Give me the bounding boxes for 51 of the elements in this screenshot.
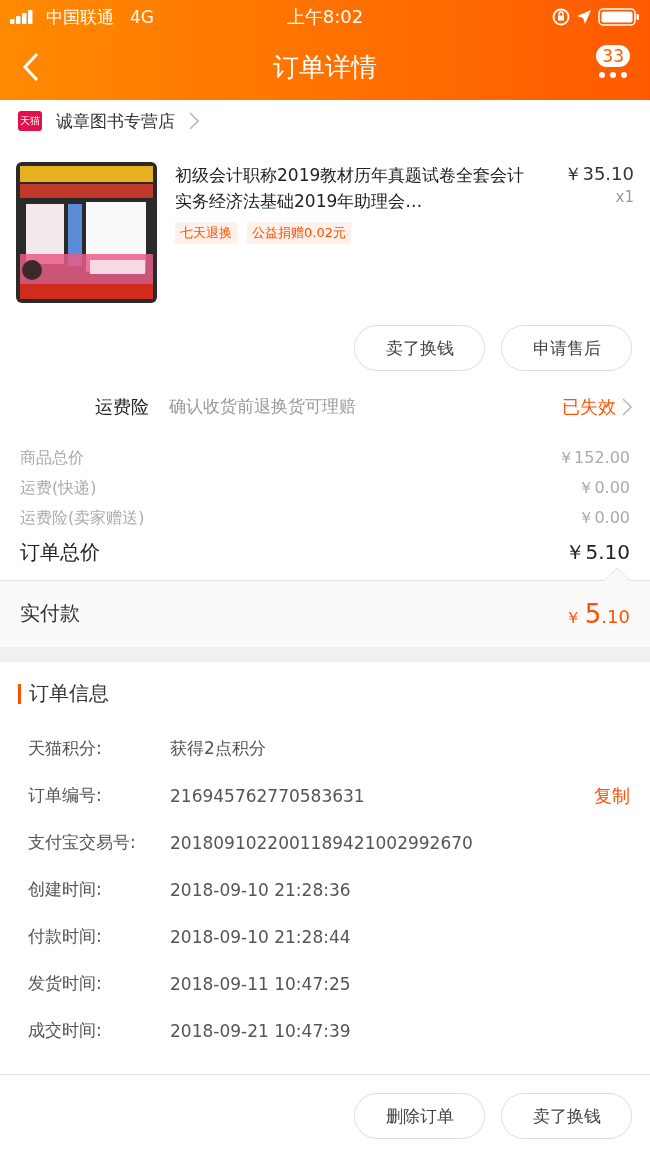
section-title: 订单信息 — [29, 680, 109, 707]
store-name[interactable]: 诚章图书专营店 — [56, 109, 175, 133]
product-quantity: x1 — [615, 188, 634, 207]
cost-value: ￥0.00 — [578, 508, 630, 530]
chevron-right-icon — [622, 397, 632, 416]
payment-label: 实付款 — [20, 600, 80, 628]
action-button[interactable]: 删除订单 — [354, 1093, 485, 1139]
info-value: 216945762770583631 — [170, 785, 366, 806]
info-value: 2018091022001189421002992670 — [170, 832, 474, 853]
clock-time: 上午8:02 — [286, 5, 364, 29]
info-value: 2018-09-10 21:28:44 — [170, 926, 352, 947]
info-value: 2018-09-21 10:47:39 — [170, 1020, 352, 1041]
action-button[interactable]: 卖了换钱 — [354, 325, 485, 372]
cost-label: 商品总价 — [20, 448, 84, 470]
product-title[interactable]: 初级会计职称2019教材历年真题试卷全套会计实务经济法基础2019年助理会… — [175, 162, 536, 215]
product-price: ￥35.10 — [564, 162, 634, 187]
action-button[interactable]: 卖了换钱 — [501, 1093, 632, 1139]
battery-icon — [598, 8, 640, 26]
network-type: 4G — [130, 7, 154, 27]
info-label: 发货时间: — [28, 972, 103, 995]
info-label: 天猫积分: — [28, 737, 103, 760]
info-label: 订单编号: — [28, 784, 103, 807]
service-tag: 七天退换 — [175, 222, 237, 245]
location-arrow-icon — [576, 9, 592, 25]
info-label: 付款时间: — [28, 925, 103, 948]
insurance-description: 确认收货前退换货可理赔 — [169, 395, 357, 419]
carrier-name: 中国联通 — [46, 5, 114, 29]
rotation-lock-icon — [552, 8, 570, 26]
back-icon[interactable] — [22, 52, 40, 82]
cost-value: ￥152.00 — [558, 448, 630, 470]
cost-label: 订单总价 — [20, 539, 100, 567]
store-logo: 天猫 — [18, 111, 42, 132]
info-label: 创建时间: — [28, 878, 103, 901]
info-value: 获得2点积分 — [170, 737, 267, 760]
cost-label: 运费(快递) — [20, 478, 97, 500]
notification-badge: 33 — [596, 45, 630, 67]
section-marker — [18, 683, 21, 704]
service-tag: 公益捐赠0.02元 — [247, 222, 351, 245]
cost-label: 运费险(卖家赠送) — [20, 508, 145, 530]
action-button[interactable]: 申请售后 — [501, 325, 632, 372]
cost-value: ￥0.00 — [578, 478, 630, 500]
chevron-right-icon — [189, 112, 199, 131]
info-label: 成交时间: — [28, 1019, 103, 1042]
payment-amount: ￥5.10 — [564, 598, 630, 629]
insurance-label: 运费险 — [95, 394, 149, 419]
info-value: 2018-09-11 10:47:25 — [170, 973, 352, 994]
cost-value: ￥5.10 — [565, 539, 630, 567]
info-value: 2018-09-10 21:28:36 — [170, 879, 352, 900]
info-label: 支付宝交易号: — [28, 831, 137, 854]
page-title: 订单详情 — [273, 50, 377, 84]
more-icon[interactable] — [598, 71, 629, 79]
